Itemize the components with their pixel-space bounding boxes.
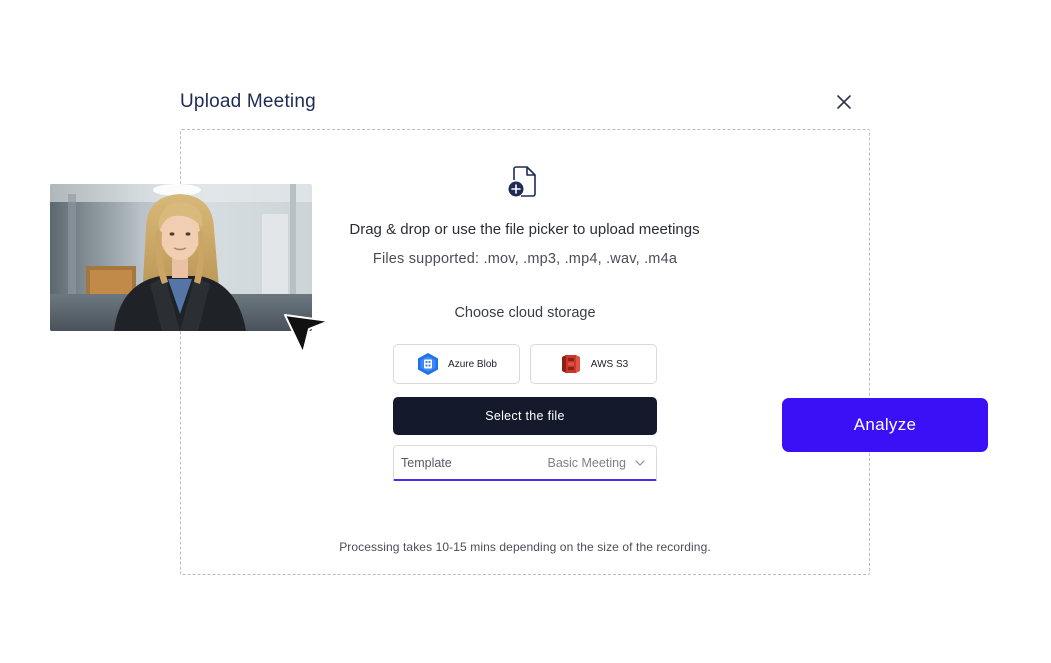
supported-formats-text: Files supported: .mov, .mp3, .mp4, .wav,… (372, 251, 678, 267)
file-add-icon (507, 165, 539, 199)
analyze-button[interactable]: Analyze (782, 398, 988, 452)
aws-s3-icon (561, 355, 580, 373)
azure-blob-label: Azure Blob (448, 358, 497, 370)
template-value: Basic Meeting (547, 456, 626, 470)
azure-blob-button[interactable]: Azure Blob (393, 344, 520, 384)
dialog-title: Upload Meeting (180, 91, 316, 112)
select-file-button[interactable]: Select the file (393, 397, 657, 435)
aws-s3-label: AWS S3 (590, 358, 629, 370)
close-button[interactable] (834, 92, 854, 112)
cloud-storage-label: Choose cloud storage (454, 305, 596, 321)
chevron-down-icon (635, 460, 645, 466)
processing-note: Processing takes 10-15 mins depending on… (339, 540, 711, 554)
azure-blob-icon (418, 353, 439, 375)
pointer-cursor-icon (283, 311, 333, 357)
template-label: Template (401, 456, 452, 470)
aws-s3-button[interactable]: AWS S3 (530, 344, 657, 384)
close-icon (837, 95, 851, 109)
template-select[interactable]: Template Basic Meeting (393, 445, 657, 481)
meeting-participant-photo (50, 184, 312, 331)
